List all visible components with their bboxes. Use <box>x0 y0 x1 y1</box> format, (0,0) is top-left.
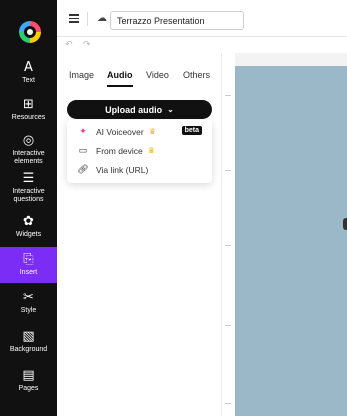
insert-icon: ⎘ <box>23 252 34 267</box>
menu-item-label: From device <box>96 145 143 156</box>
menu-item-label: Via link (URL) <box>96 164 149 175</box>
cloud-icon: ☁ <box>97 13 107 24</box>
rail-item-label: Style <box>20 307 37 314</box>
link-icon: 🔗︎ <box>77 164 89 174</box>
rail-item-label: Resources <box>11 114 46 121</box>
app-window: A Text ⊞ Resources ◎ Interactive element… <box>0 0 347 416</box>
rail-item-interactive-elements[interactable]: ◎ Interactive elements <box>0 132 57 168</box>
tab-audio[interactable]: Audio <box>107 70 133 80</box>
interactive-elements-icon: ◎ <box>22 133 35 148</box>
rail-item-label: Background <box>9 346 48 353</box>
ruler-tick <box>225 95 231 96</box>
redo-icon[interactable]: ↷ <box>83 39 91 50</box>
ruler-tick <box>225 170 231 171</box>
app-logo-icon[interactable] <box>19 21 41 43</box>
tab-image[interactable]: Image <box>69 70 94 80</box>
upload-audio-dropdown: ✦ AI Voiceover ♛ beta ▭ From device ♛ 🔗︎… <box>67 120 212 183</box>
slide-canvas[interactable] <box>235 66 347 416</box>
insert-panel: Image Audio Video Others Upload audio ⌄ … <box>57 53 235 416</box>
upload-audio-button[interactable]: Upload audio ⌄ <box>67 100 212 119</box>
menu-item-via-link[interactable]: 🔗︎ Via link (URL) <box>67 161 212 178</box>
resources-icon: ⊞ <box>23 97 34 112</box>
laptop-icon: ▭ <box>78 145 88 155</box>
background-icon: ▧ <box>22 329 35 344</box>
document-title-input[interactable] <box>110 11 244 30</box>
text-icon: A <box>24 60 33 75</box>
rail-item-interactive-questions[interactable]: ☰ Interactive questions <box>0 170 57 206</box>
upload-audio-label: Upload audio <box>105 104 163 115</box>
ruler-tick <box>225 325 231 326</box>
beta-badge: beta <box>181 126 202 135</box>
style-icon: ✂ <box>23 290 34 305</box>
menu-item-from-device[interactable]: ▭ From device ♛ <box>67 142 212 159</box>
sparkle-icon: ✦ <box>79 126 87 136</box>
rail-item-style[interactable]: ✂ Style <box>0 288 57 318</box>
interactive-questions-icon: ☰ <box>22 171 35 186</box>
active-tab-indicator <box>107 85 133 87</box>
chevron-down-icon: ⌄ <box>167 105 174 114</box>
rail-item-label: Widgets <box>15 231 42 238</box>
rail-item-widgets[interactable]: ✿ Widgets <box>0 212 57 242</box>
canvas-handle[interactable] <box>343 218 347 230</box>
left-sidebar: A Text ⊞ Resources ◎ Interactive element… <box>0 0 57 416</box>
rail-item-pages[interactable]: ▤ Pages <box>0 366 57 396</box>
divider <box>87 12 88 26</box>
rail-item-insert[interactable]: ⎘ Insert <box>0 247 57 283</box>
ruler-tick <box>225 245 231 246</box>
pages-icon: ▤ <box>22 368 35 383</box>
tab-video[interactable]: Video <box>146 70 169 80</box>
crown-icon: ♛ <box>148 127 156 136</box>
vertical-ruler <box>221 53 235 416</box>
ruler-tick <box>225 403 231 404</box>
rail-item-label: Interactive elements <box>12 150 45 165</box>
rail-item-label: Insert <box>19 269 38 276</box>
rail-item-resources[interactable]: ⊞ Resources <box>0 95 57 125</box>
rail-item-text[interactable]: A Text <box>0 58 57 88</box>
undo-icon[interactable]: ↶ <box>65 39 73 50</box>
top-bar: ☁ <box>57 0 347 37</box>
media-tabs: Image Audio Video Others <box>57 70 235 86</box>
crown-icon: ♛ <box>147 146 155 155</box>
menu-item-label: AI Voiceover <box>96 126 144 137</box>
horizontal-ruler <box>235 53 347 66</box>
rail-item-background[interactable]: ▧ Background <box>0 327 57 357</box>
menu-item-ai-voiceover[interactable]: ✦ AI Voiceover ♛ beta <box>67 123 212 140</box>
hamburger-menu-icon[interactable] <box>69 14 79 23</box>
widgets-icon: ✿ <box>23 214 34 229</box>
rail-item-label: Text <box>22 77 35 84</box>
undo-redo-bar: ↶ ↷ <box>57 37 235 53</box>
rail-item-label: Interactive questions <box>12 188 45 203</box>
tab-others[interactable]: Others <box>183 70 210 80</box>
rail-item-label: Pages <box>18 385 39 392</box>
